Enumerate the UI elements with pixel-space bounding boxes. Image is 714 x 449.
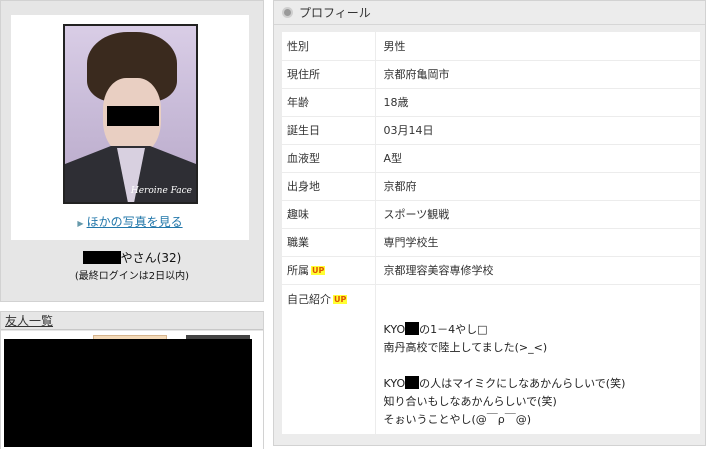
intro-line: 南丹高校で陸上してました(>_<) <box>383 340 548 354</box>
intro-text: KYO の1－4やし□ 南丹高校で陸上してました(>_<) KYO の人はマイミクに… <box>384 291 701 429</box>
intro-value: KYO の1－4やし□ 南丹高校で陸上してました(>_<) KYO の人はマイミクに… <box>375 284 700 434</box>
triangle-right-icon: ▶ <box>77 219 84 228</box>
friends-list-content <box>1 331 263 449</box>
profile-row-intro: 自己紹介 UP KYO の1－4やし□ 南丹高校で陸上してました(>_<) KYO の… <box>282 284 700 434</box>
row-value: 専門学校生 <box>383 236 439 249</box>
more-photos-link[interactable]: ▶ ほかの写真を見る <box>11 213 249 230</box>
profile-row-address: 現住所 京都府亀岡市 <box>282 60 700 88</box>
intro-text-part: KYO <box>383 376 406 390</box>
intro-text-part: KYO <box>383 322 406 336</box>
bullet-circle-icon <box>282 7 293 18</box>
intro-text-part: の人はマイミクにしなあかんらしいで(笑) <box>419 376 626 390</box>
row-value: A型 <box>383 152 403 165</box>
row-label: 出身地 <box>282 172 376 200</box>
row-label: 血液型 <box>282 144 376 172</box>
photo-censor-bar <box>107 106 159 126</box>
profile-box: プロフィール 性別 男性 現住所 京都府亀岡市 年齢 18歳 誕生日 03月14… <box>273 0 706 446</box>
profile-row-affiliation: 所属 UP 京都理容美容専修学校 <box>282 256 700 284</box>
page-edge <box>708 0 714 449</box>
friends-list-box: 友人一覧 <box>0 311 264 449</box>
last-login-status: (最終ログインは2日以内) <box>74 271 190 282</box>
row-label: 年齢 <box>282 88 376 116</box>
row-label: 性別 <box>282 32 376 60</box>
friends-censor-block <box>4 339 252 447</box>
profile-row-gender: 性別 男性 <box>282 32 700 60</box>
profile-header: プロフィール <box>274 1 705 25</box>
more-photos-label[interactable]: ほかの写真を見る <box>87 215 183 229</box>
profile-row-hometown: 出身地 京都府 <box>282 172 700 200</box>
profile-photo[interactable]: Heroine Face <box>63 24 198 204</box>
row-label: 誕生日 <box>282 116 376 144</box>
row-value: 京都府亀岡市 <box>383 68 450 81</box>
profile-row-hobby: 趣味 スポーツ観戦 <box>282 200 700 228</box>
row-value: 京都府 <box>383 180 417 193</box>
row-value: 18歳 <box>383 96 409 109</box>
row-value: 京都理容美容専修学校 <box>383 264 494 277</box>
profile-row-occupation: 職業 専門学校生 <box>282 228 700 256</box>
intro-line: 知り合いもしなあかんらしいで(笑) <box>383 394 557 408</box>
up-badge: UP <box>333 294 348 304</box>
row-label-text: 所属 <box>287 264 309 277</box>
intro-line-blank <box>384 357 701 375</box>
username-censor <box>82 251 121 264</box>
profile-table: 性別 男性 現住所 京都府亀岡市 年齢 18歳 誕生日 03月14日 血液型 A… <box>282 32 700 435</box>
profile-row-blood-type: 血液型 A型 <box>282 144 700 172</box>
intro-censor <box>405 375 420 389</box>
photo-area: Heroine Face ▶ ほかの写真を見る <box>11 15 249 240</box>
profile-row-age: 年齢 18歳 <box>282 88 700 116</box>
profile-photo-panel: Heroine Face ▶ ほかの写真を見る やさん(32) (最終ログインは2… <box>0 0 264 302</box>
row-label: 職業 <box>282 228 376 256</box>
intro-line: そぉいうことやし(@￣ρ￣@) <box>383 412 532 426</box>
profile-row-birthday: 誕生日 03月14日 <box>282 116 700 144</box>
row-value: スポーツ観戦 <box>383 208 450 221</box>
profile-title: プロフィール <box>299 6 371 20</box>
up-badge: UP <box>311 266 326 275</box>
friends-list-title[interactable]: 友人一覧 <box>5 314 53 328</box>
friends-list-header[interactable]: 友人一覧 <box>1 312 263 330</box>
username: やさん(32) <box>1 249 263 266</box>
row-value: 男性 <box>383 39 406 53</box>
row-label-text: 自己紹介 <box>287 292 331 306</box>
row-value: 03月14日 <box>383 124 434 137</box>
row-label: 趣味 <box>282 200 376 228</box>
photo-watermark: Heroine Face <box>130 186 192 196</box>
row-label: 自己紹介 UP <box>282 284 376 434</box>
row-label: 現住所 <box>282 60 376 88</box>
username-suffix: やさん(32) <box>120 251 182 265</box>
intro-line: KYO の1－4やし□ <box>384 321 701 339</box>
row-label: 所属 UP <box>282 256 376 284</box>
intro-censor <box>405 321 420 335</box>
intro-line: KYO の人はマイミクにしなあかんらしいで(笑) <box>384 375 701 393</box>
intro-text-part: の1－4やし□ <box>419 322 488 336</box>
